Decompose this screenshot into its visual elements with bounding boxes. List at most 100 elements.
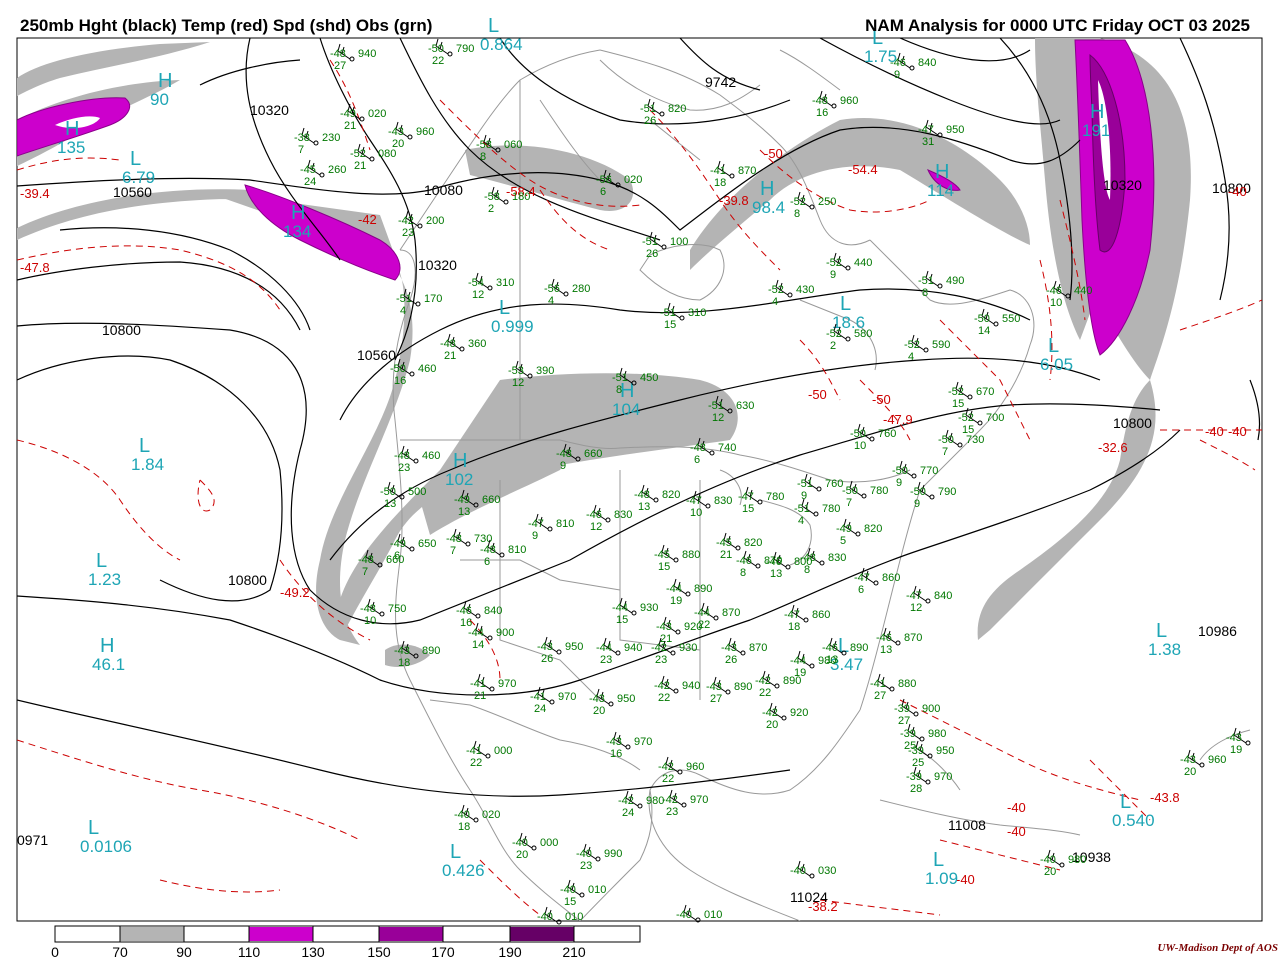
temperature-label: -32.6 bbox=[1098, 440, 1128, 455]
obs-dewpoint: 15 bbox=[658, 561, 670, 573]
obs-dewpoint: 23 bbox=[666, 806, 678, 818]
obs-temperature: -49 bbox=[390, 538, 406, 550]
obs-height: 920 bbox=[684, 621, 702, 633]
obs-dewpoint: 19 bbox=[1230, 744, 1242, 756]
obs-height: 590 bbox=[932, 339, 950, 351]
obs-temperature: -42 bbox=[662, 794, 678, 806]
obs-height: 760 bbox=[878, 428, 896, 440]
obs-dewpoint: 31 bbox=[922, 136, 934, 148]
obs-temperature: -47 bbox=[854, 572, 870, 584]
obs-height: 830 bbox=[714, 495, 732, 507]
obs-temperature: -48 bbox=[690, 442, 706, 454]
obs-height: 170 bbox=[424, 293, 442, 305]
obs-temperature: -50 bbox=[910, 486, 926, 498]
obs-temperature: -43 bbox=[706, 681, 722, 693]
obs-dewpoint: 8 bbox=[922, 287, 928, 299]
obs-dewpoint: 26 bbox=[646, 248, 658, 260]
height-label: 10560 bbox=[357, 347, 396, 363]
obs-dewpoint: 7 bbox=[298, 144, 304, 156]
temperature-label: -50 bbox=[764, 146, 783, 161]
obs-temperature: -43 bbox=[721, 642, 737, 654]
obs-dewpoint: 12 bbox=[910, 602, 922, 614]
obs-temperature: -49 bbox=[340, 108, 356, 120]
obs-dewpoint: 8 bbox=[480, 151, 486, 163]
obs-temperature: -45 bbox=[300, 164, 316, 176]
obs-temperature: -41 bbox=[470, 678, 486, 690]
height-label: 10080 bbox=[424, 182, 463, 198]
obs-temperature: -48 bbox=[634, 489, 650, 501]
obs-height: 880 bbox=[898, 678, 916, 690]
obs-dewpoint: 14 bbox=[472, 639, 484, 651]
pressure-center-letter: H bbox=[158, 70, 172, 92]
pressure-center-value: 6.79 bbox=[122, 168, 155, 187]
obs-dewpoint: 16 bbox=[816, 107, 828, 119]
obs-temperature: -51 bbox=[396, 293, 412, 305]
obs-dewpoint: 24 bbox=[534, 703, 546, 715]
obs-temperature: -41 bbox=[710, 165, 726, 177]
obs-temperature: -49 bbox=[836, 523, 852, 535]
obs-height: 900 bbox=[496, 627, 514, 639]
obs-dewpoint: 22 bbox=[432, 55, 444, 67]
obs-height: 870 bbox=[738, 165, 756, 177]
obs-dewpoint: 25 bbox=[904, 740, 916, 752]
obs-dewpoint: 9 bbox=[532, 530, 538, 542]
obs-height: 450 bbox=[640, 372, 658, 384]
obs-height: 950 bbox=[936, 745, 954, 757]
pressure-center-value: 1.38 bbox=[1148, 640, 1181, 659]
pressure-center-letter: H bbox=[453, 450, 467, 472]
obs-height: 250 bbox=[818, 196, 836, 208]
obs-height: 500 bbox=[408, 486, 426, 498]
obs-height: 820 bbox=[668, 103, 686, 115]
temperature-label: -50 bbox=[872, 392, 891, 407]
obs-temperature: -48 bbox=[358, 554, 374, 566]
obs-temperature: -51 bbox=[640, 103, 656, 115]
obs-height: 890 bbox=[783, 675, 801, 687]
obs-height: 870 bbox=[904, 632, 922, 644]
obs-temperature: -42 bbox=[651, 642, 667, 654]
obs-temperature: -58 bbox=[476, 139, 492, 151]
obs-height: 820 bbox=[744, 537, 762, 549]
temperature-label: -47.9 bbox=[883, 412, 913, 427]
obs-temperature: -43 bbox=[606, 736, 622, 748]
obs-temperature: -51 bbox=[708, 400, 724, 412]
pressure-center-value: 134 bbox=[283, 222, 311, 241]
obs-temperature: -42 bbox=[618, 795, 634, 807]
obs-height: 810 bbox=[508, 544, 526, 556]
obs-dewpoint: 4 bbox=[908, 351, 914, 363]
obs-dewpoint: 13 bbox=[826, 654, 838, 666]
obs-dewpoint: 6 bbox=[694, 454, 700, 466]
obs-dewpoint: 18 bbox=[714, 177, 726, 189]
obs-temperature: -46 bbox=[876, 632, 892, 644]
obs-temperature: -45 bbox=[716, 537, 732, 549]
obs-height: 960 bbox=[1208, 754, 1226, 766]
obs-height: 360 bbox=[468, 338, 486, 350]
colorbar-tick-label: 90 bbox=[176, 944, 192, 960]
obs-temperature: -39 bbox=[906, 771, 922, 783]
obs-height: 960 bbox=[840, 95, 858, 107]
obs-height: 780 bbox=[870, 485, 888, 497]
obs-dewpoint: 23 bbox=[580, 860, 592, 872]
obs-temperature: -51 bbox=[612, 372, 628, 384]
obs-height: 390 bbox=[536, 365, 554, 377]
obs-height: 890 bbox=[850, 642, 868, 654]
obs-dewpoint: 18 bbox=[458, 821, 470, 833]
pressure-center-letter: H bbox=[1090, 101, 1104, 123]
weather-map: 1032010560 100801032010800105601080097421… bbox=[16, 15, 1263, 943]
pressure-center-letter: H bbox=[760, 178, 774, 200]
pressure-center-value: 0.540 bbox=[1112, 811, 1155, 830]
obs-temperature: -49 bbox=[454, 494, 470, 506]
obs-temperature: -46 bbox=[586, 509, 602, 521]
pressure-center-letter: L bbox=[88, 817, 99, 839]
credit-label: UW-Madison Dept of AOS bbox=[1157, 942, 1278, 954]
obs-height: 060 bbox=[504, 139, 522, 151]
obs-height: 810 bbox=[556, 518, 574, 530]
obs-temperature: -46 bbox=[1046, 285, 1062, 297]
pressure-center-value: 6.05 bbox=[1040, 355, 1073, 374]
obs-dewpoint: 7 bbox=[942, 446, 948, 458]
obs-temperature: -43 bbox=[589, 693, 605, 705]
obs-height: 740 bbox=[718, 442, 736, 454]
colorbar-tick-label: 190 bbox=[498, 944, 522, 960]
pressure-center-value: 1.23 bbox=[88, 570, 121, 589]
obs-dewpoint: 2 bbox=[488, 203, 494, 215]
obs-dewpoint: 21 bbox=[474, 690, 486, 702]
